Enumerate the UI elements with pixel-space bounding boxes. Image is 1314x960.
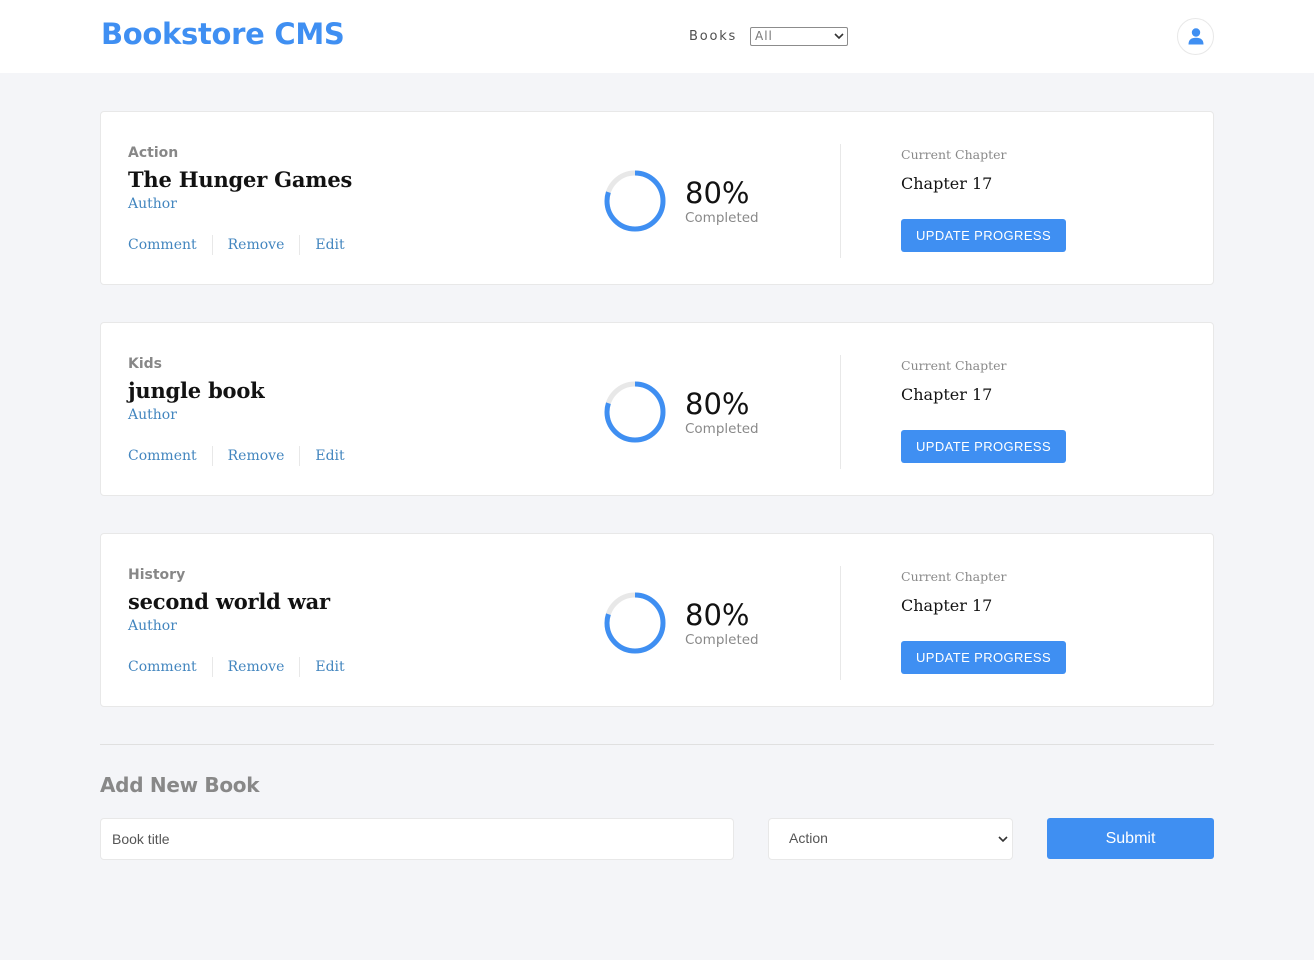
book-card: History second world war Author Comment … <box>100 533 1214 707</box>
book-genre: History <box>128 567 186 583</box>
user-avatar-button[interactable] <box>1177 18 1214 55</box>
action-divider <box>211 446 213 466</box>
remove-button[interactable]: Remove <box>228 448 285 464</box>
book-author[interactable]: Author <box>128 407 177 423</box>
book-title: jungle book <box>128 378 265 403</box>
action-divider <box>299 657 301 677</box>
book-actions: Comment Remove Edit <box>128 235 345 255</box>
card-divider <box>840 144 841 258</box>
book-genre: Kids <box>128 356 163 372</box>
book-title: The Hunger Games <box>128 167 353 192</box>
remove-button[interactable]: Remove <box>228 659 285 675</box>
progress-percent: 80% <box>685 598 750 632</box>
progress-ring <box>604 170 666 232</box>
category-select-value: Action <box>789 830 828 846</box>
submit-button[interactable]: Submit <box>1047 818 1214 859</box>
book-author[interactable]: Author <box>128 196 177 212</box>
current-chapter-label: Current Chapter <box>901 358 1007 373</box>
card-divider <box>840 355 841 469</box>
current-chapter-value: Chapter 17 <box>901 174 993 193</box>
category-select[interactable]: Action <box>768 818 1013 860</box>
user-icon <box>1188 28 1204 45</box>
update-progress-button[interactable]: UPDATE PROGRESS <box>901 430 1066 463</box>
category-filter-select[interactable]: All <box>750 27 848 46</box>
current-chapter-value: Chapter 17 <box>901 596 993 615</box>
book-author[interactable]: Author <box>128 618 177 634</box>
book-title: second world war <box>128 589 330 614</box>
chevron-down-icon <box>834 33 844 40</box>
book-title-input[interactable]: Book title <box>100 818 734 860</box>
remove-button[interactable]: Remove <box>228 237 285 253</box>
header: Bookstore CMS Books All <box>0 0 1314 73</box>
progress-completed-label: Completed <box>685 421 759 437</box>
edit-button[interactable]: Edit <box>315 659 344 675</box>
edit-button[interactable]: Edit <box>315 448 344 464</box>
book-card: Action The Hunger Games Author Comment R… <box>100 111 1214 285</box>
book-actions: Comment Remove Edit <box>128 657 345 677</box>
update-progress-button[interactable]: UPDATE PROGRESS <box>901 219 1066 252</box>
book-title-placeholder: Book title <box>112 831 170 847</box>
category-filter-value: All <box>755 29 773 43</box>
book-card: Kids jungle book Author Comment Remove E… <box>100 322 1214 496</box>
progress-percent: 80% <box>685 387 750 421</box>
progress-ring <box>604 381 666 443</box>
current-chapter-value: Chapter 17 <box>901 385 993 404</box>
current-chapter-label: Current Chapter <box>901 147 1007 162</box>
action-divider <box>299 446 301 466</box>
book-actions: Comment Remove Edit <box>128 446 345 466</box>
update-progress-button[interactable]: UPDATE PROGRESS <box>901 641 1066 674</box>
action-divider <box>211 235 213 255</box>
card-divider <box>840 566 841 680</box>
edit-button[interactable]: Edit <box>315 237 344 253</box>
chevron-down-icon <box>998 836 1008 843</box>
logo[interactable]: Bookstore CMS <box>101 17 345 51</box>
nav-books-link[interactable]: Books <box>689 29 737 44</box>
comment-button[interactable]: Comment <box>128 659 197 675</box>
add-book-title: Add New Book <box>100 773 260 797</box>
comment-button[interactable]: Comment <box>128 448 197 464</box>
book-genre: Action <box>128 145 179 161</box>
progress-percent: 80% <box>685 176 750 210</box>
progress-completed-label: Completed <box>685 632 759 648</box>
progress-ring <box>604 592 666 654</box>
comment-button[interactable]: Comment <box>128 237 197 253</box>
current-chapter-label: Current Chapter <box>901 569 1007 584</box>
action-divider <box>299 235 301 255</box>
action-divider <box>211 657 213 677</box>
section-divider <box>100 744 1214 745</box>
progress-completed-label: Completed <box>685 210 759 226</box>
